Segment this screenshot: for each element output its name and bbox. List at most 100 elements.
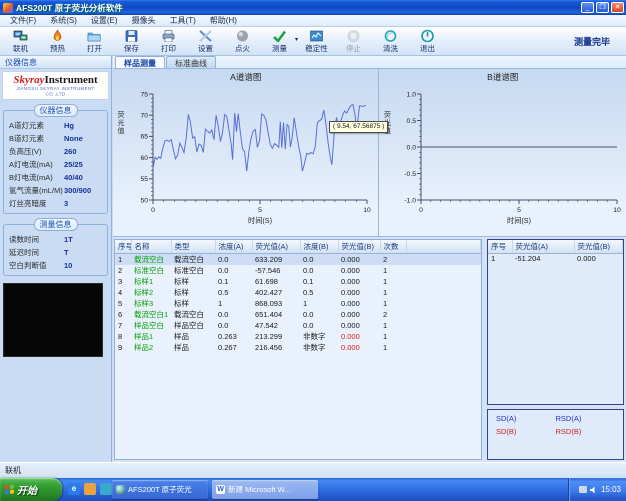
cell-conc_a: 0.0 [215,265,252,276]
table-row[interactable]: 1-51.2040.000 [488,253,623,264]
column-header[interactable]: 类型 [171,240,215,253]
results-area: 序号名称类型浓度(A)荧光值(A)浓度(B)荧光值(B)次数 1载流空白载流空白… [113,236,626,462]
info-row: 负高压(V)260 [4,145,107,158]
cell-times: 1 [380,287,406,298]
cell-fluo_a: 402.427 [252,287,300,298]
column-header[interactable]: 荧光值(B) [338,240,380,253]
open-button[interactable]: 打开 [76,28,113,55]
column-header[interactable]: 次数 [380,240,406,253]
table-row[interactable]: 7样品空白样品空白0.047.5420.00.0001 [115,320,481,331]
cell-conc_b: 非数字 [300,342,338,353]
cell-no: 1 [115,253,131,265]
cell-fluo_a: 633.209 [252,253,300,265]
menu-file[interactable]: 文件(F) [3,15,43,27]
tray-volume-icon[interactable] [590,486,598,494]
preheat-label: 预热 [50,43,65,54]
table-row[interactable]: 8样品1样品0.263213.299非数字0.0001 [115,331,481,342]
charts-area: A道谱图 荧光值 5055606570750510时间(S) B道谱图 荧光值 … [113,69,626,236]
settings-button[interactable]: 设置 [187,28,224,55]
measure-label: 测量 [272,43,287,54]
cell-conc_b: 非数字 [300,331,338,342]
table-row[interactable]: 6载流空白1载流空白0.0651.4040.00.0002 [115,309,481,320]
measure-button[interactable]: 测量 [261,28,298,55]
table-row[interactable]: 9样品2样品0.267216.456非数字0.0001 [115,342,481,353]
save-button[interactable]: 保存 [113,28,150,55]
info-row: 灯丝亮暗度3 [4,197,107,210]
info-label: A灯电流(mA) [4,159,64,170]
info-label: 灯丝亮暗度 [4,198,64,209]
cell-fluo_b: 0.000 [338,298,380,309]
cell-conc_b: 0.5 [300,287,338,298]
column-header[interactable]: 荧光值(A) [252,240,300,253]
ignite-button[interactable]: 点火 [224,28,261,55]
close-button[interactable]: ✕ [611,2,624,13]
info-label: 氩气流量(mL/M) [4,185,64,196]
info-value: 3 [64,199,68,208]
cell-no: 8 [115,331,131,342]
column-header[interactable]: 荧光值(B) [574,240,623,253]
info-label: 延迟时间 [4,247,64,258]
cell-no: 7 [115,320,131,331]
taskbar-item-afs200t-label: AFS200T 原子荧光 [128,484,192,495]
quicklaunch-player-icon[interactable] [100,483,112,495]
tab-bar: 样品测量 标准曲线 [113,56,626,69]
tray-device-icon[interactable] [579,486,587,493]
clean-button[interactable]: 清洗 [372,28,409,55]
column-header[interactable]: 荧光值(A) [512,240,574,253]
info-value: 10 [64,261,72,270]
stat-label: RSD(A) [556,414,616,423]
taskbar-clock: 15:03 [601,485,621,494]
taskbar-item-afs200t[interactable]: AFS200T 原子荧光 [112,480,208,499]
stability-button[interactable]: 稳定性 [298,28,335,55]
cell-no: 3 [115,276,131,287]
cell-conc_a: 0.0 [215,253,252,265]
column-header[interactable]: 浓度(A) [215,240,252,253]
table-row[interactable]: 2标准空白标准空白0.0-57.5460.00.0001 [115,265,481,276]
stat-label: SD(B) [496,427,556,436]
cell-type: 标样 [171,276,215,287]
tab-sample-measure[interactable]: 样品测量 [115,56,165,68]
table-row[interactable]: 4标样2标样0.5402.4270.50.0001 [115,287,481,298]
cell-conc_a: 0.5 [215,287,252,298]
column-header[interactable]: 浓度(B) [300,240,338,253]
column-header[interactable]: 序号 [115,240,131,253]
cell-conc_a: 0.0 [215,320,252,331]
cell-times: 1 [380,265,406,276]
exit-label: 退出 [420,43,435,54]
print-button[interactable]: 打印 [150,28,187,55]
camera-preview [3,283,103,357]
clean-label: 清洗 [383,43,398,54]
menu-help[interactable]: 帮助(H) [203,15,244,27]
table-row[interactable]: 5标样3标样1868.09310.0001 [115,298,481,309]
taskbar-item-word-doc[interactable]: W 新建 Microsoft W... [212,480,318,499]
title-bar: AFS200T 原子荧光分析软件 _ ❐ ✕ [0,0,626,15]
menu-settings[interactable]: 设置(E) [84,15,125,27]
chart-b: B道谱图 荧光值 -1.0-0.50.00.51.00510时间(S) [378,69,626,236]
svg-text:10: 10 [614,207,622,214]
quicklaunch-desktop-icon[interactable] [84,483,96,495]
cell-conc_a: 0.263 [215,331,252,342]
menu-tools[interactable]: 工具(T) [163,15,203,27]
tab-standard-curve[interactable]: 标准曲线 [166,56,216,68]
minimize-button[interactable]: _ [581,2,594,13]
column-header[interactable]: 序号 [488,240,512,253]
info-row: A道灯元素Hg [4,119,107,132]
menu-camera[interactable]: 摄像头 [125,15,163,27]
connect-button[interactable]: 联机 [2,28,39,55]
table-row[interactable]: 1载流空白载流空白0.0633.2090.00.0002 [115,253,481,265]
cell-name: 载流空白1 [131,309,171,320]
exit-button[interactable]: 退出 [409,28,446,55]
column-header[interactable]: 名称 [131,240,171,253]
chart-b-canvas: -1.0-0.50.00.51.00510时间(S) [389,82,625,232]
preheat-button[interactable]: 预热 [39,28,76,55]
word-doc-icon: W [216,485,225,494]
restore-button[interactable]: ❐ [596,2,609,13]
table-row[interactable]: 3标样1标样0.161.6980.10.0001 [115,276,481,287]
menu-system[interactable]: 系统(S) [43,15,84,27]
start-button[interactable]: 开始 [0,478,62,501]
quicklaunch-browser-icon[interactable]: e [68,483,80,495]
cell-fluo_a: 651.404 [252,309,300,320]
cell-type: 标样 [171,298,215,309]
cell-fluo_a: 47.542 [252,320,300,331]
ignite-label: 点火 [235,43,250,54]
